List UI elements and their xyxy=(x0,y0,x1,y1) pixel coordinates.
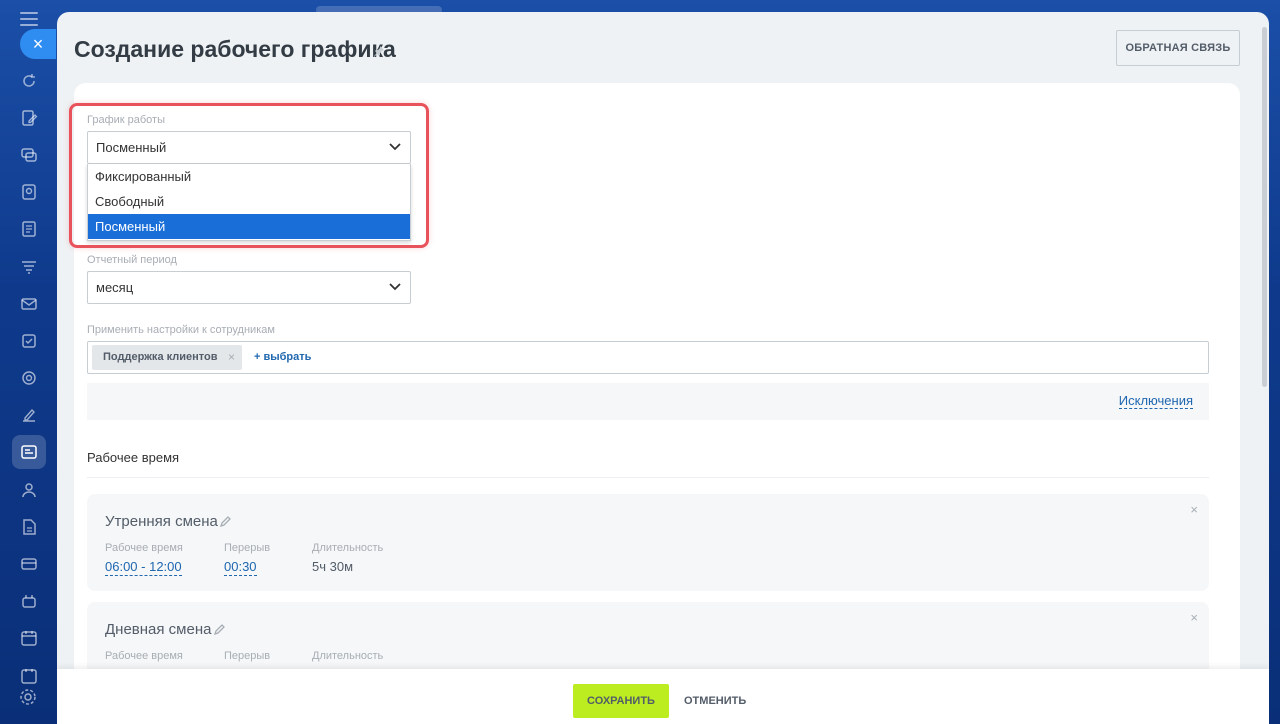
page-title: Создание рабочего графика xyxy=(74,36,396,62)
shift-name: Дневная смена xyxy=(105,621,212,638)
form-card: График работы Посменный Отчетный период … xyxy=(74,83,1240,723)
feedback-button[interactable]: ОБРАТНАЯ СВЯЗЬ xyxy=(1116,30,1240,66)
close-panel-button[interactable]: × xyxy=(20,29,56,59)
people-icon[interactable] xyxy=(0,471,57,508)
dropdown-option-free[interactable]: Свободный xyxy=(88,189,410,214)
break-label: Перерыв xyxy=(224,650,271,662)
employee-chip-label: Поддержка клиентов xyxy=(103,351,218,363)
chip-remove-icon[interactable]: × xyxy=(228,345,235,370)
duration-label: Длительность xyxy=(312,542,384,554)
chat-icon[interactable] xyxy=(0,136,57,173)
dropdown-option-fixed[interactable]: Фиксированный xyxy=(88,164,410,189)
pin-icon[interactable] xyxy=(373,44,385,62)
report-period-value: месяц xyxy=(96,280,134,295)
exceptions-bar: Исключения xyxy=(87,383,1209,420)
filter-icon[interactable] xyxy=(0,248,57,285)
duration-label: Длительность xyxy=(312,650,384,662)
chevron-down-icon xyxy=(389,283,401,291)
pencil-icon[interactable] xyxy=(220,515,232,527)
create-schedule-panel: Создание рабочего графика ОБРАТНАЯ СВЯЗЬ… xyxy=(57,12,1269,724)
divider xyxy=(87,477,1209,478)
hamburger-icon[interactable] xyxy=(20,12,38,26)
mail-icon[interactable] xyxy=(0,285,57,322)
employee-chip: Поддержка клиентов × xyxy=(92,345,242,370)
dropdown-option-shift[interactable]: Посменный xyxy=(88,214,410,239)
break-value[interactable]: 00:30 xyxy=(224,560,257,576)
timesheet-icon[interactable] xyxy=(0,434,57,471)
form-icon[interactable] xyxy=(0,211,57,248)
document-edit-icon[interactable] xyxy=(0,99,57,136)
break-label: Перерыв xyxy=(224,542,271,554)
robot-icon[interactable] xyxy=(0,583,57,620)
shift-name: Утренняя смена xyxy=(105,513,218,530)
sign-icon[interactable] xyxy=(0,397,57,434)
exceptions-link[interactable]: Исключения xyxy=(1118,394,1193,409)
shift-card: Утренняя смена × Рабочее время Перерыв Д… xyxy=(87,494,1209,591)
report-period-label: Отчетный период xyxy=(87,254,177,266)
scrollbar[interactable] xyxy=(1262,27,1267,387)
footer-bar: СОХРАНИТЬ ОТМЕНИТЬ xyxy=(57,669,1269,724)
shift-remove-icon[interactable]: × xyxy=(1190,610,1198,625)
schedule-type-dropdown: Фиксированный Свободный Посменный xyxy=(87,164,411,241)
calendar-icon[interactable] xyxy=(0,620,57,657)
report-period-select[interactable]: месяц xyxy=(87,271,411,304)
sidebar-icon-list xyxy=(0,62,57,694)
duration-value: 5ч 30м xyxy=(312,559,354,574)
employees-label: Применить настройки к сотрудникам xyxy=(87,324,275,336)
cancel-button[interactable]: ОТМЕНИТЬ xyxy=(684,684,746,718)
work-time-label: Рабочее время xyxy=(105,650,183,662)
card-icon[interactable] xyxy=(0,545,57,582)
work-time-label: Рабочее время xyxy=(105,542,183,554)
schedule-type-select[interactable]: Посменный xyxy=(87,131,411,164)
refresh-icon[interactable] xyxy=(0,62,57,99)
task-icon[interactable] xyxy=(0,322,57,359)
target-icon[interactable] xyxy=(0,360,57,397)
employees-selector[interactable]: Поддержка клиентов × + выбрать xyxy=(87,341,1209,374)
save-button[interactable]: СОХРАНИТЬ xyxy=(573,684,669,718)
schedule-type-value: Посменный xyxy=(96,140,167,155)
file-icon[interactable] xyxy=(0,508,57,545)
work-time-value[interactable]: 06:00 - 12:00 xyxy=(105,560,182,576)
pencil-icon[interactable] xyxy=(214,623,226,635)
left-sidebar: × xyxy=(0,0,57,724)
working-time-title: Рабочее время xyxy=(87,450,180,465)
add-employees-link[interactable]: + выбрать xyxy=(254,345,311,370)
contact-icon[interactable] xyxy=(0,174,57,211)
gear-icon[interactable] xyxy=(19,688,37,711)
chevron-down-icon xyxy=(389,143,401,151)
schedule-type-label: График работы xyxy=(87,114,165,126)
shift-remove-icon[interactable]: × xyxy=(1190,502,1198,517)
